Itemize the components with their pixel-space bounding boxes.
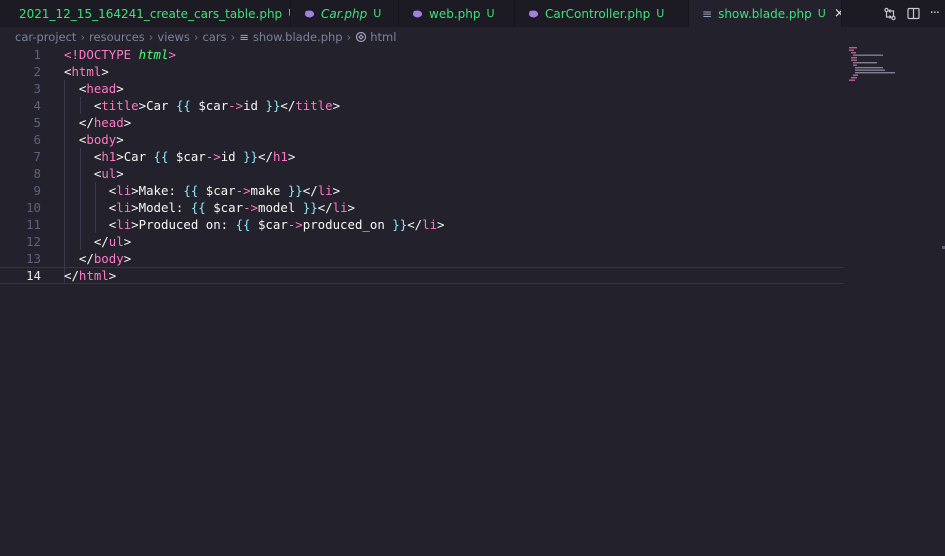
code-text: <title>Car {{ $car->id }}</title>	[93, 98, 341, 113]
code-line: 4 <title>Car {{ $car->id }}</title>	[0, 97, 843, 114]
tab-label: Car.php	[321, 6, 368, 21]
symbol-icon	[356, 31, 367, 43]
tab-status-badge: U	[817, 7, 826, 20]
breadcrumb-item[interactable]: resources	[89, 30, 145, 44]
line-number: 3	[33, 81, 41, 96]
breadcrumb-item[interactable]: views	[157, 30, 189, 44]
code-text: </ul>	[93, 234, 132, 249]
breadcrumb-file[interactable]: show.blade.php	[253, 30, 343, 44]
chevron-right-icon: ›	[148, 30, 154, 44]
line-number: 9	[33, 183, 41, 198]
tab-label: show.blade.php	[718, 6, 812, 21]
code-line: 9 <li>Make: {{ $car->make }}</li>	[0, 182, 843, 199]
code-line: 10 <li>Model: {{ $car->model }}</li>	[0, 199, 843, 216]
breadcrumb: car-project › resources › views › cars ›…	[15, 28, 396, 46]
line-number: 5	[33, 115, 41, 130]
tab-label: 2021_12_15_164241_create_cars_table.php	[19, 6, 283, 21]
more-actions-icon[interactable]: ···	[930, 6, 940, 21]
file-lines-icon: ≡	[239, 30, 249, 44]
tab-show-blade-php[interactable]: ≡ show.blade.php U ×	[689, 0, 842, 27]
code-text: <html>	[64, 64, 109, 79]
editor-tab-bar: 2021_12_15_164241_create_cars_table.php …	[0, 0, 945, 27]
code-editor[interactable]: 1 <!DOCTYPE html> 2 <html> 3 <head> 4 <t…	[0, 46, 843, 556]
line-number: 13	[26, 251, 41, 266]
tab-label: web.php	[429, 6, 481, 21]
code-text: <li>Produced on: {{ $car->produced_on }}…	[108, 217, 445, 232]
code-text: <body>	[78, 132, 124, 147]
php-elephant-icon	[304, 10, 315, 18]
chevron-right-icon: ›	[230, 30, 236, 44]
code-line: 2 <html>	[0, 63, 843, 80]
code-line-current: 14 </html>	[0, 267, 843, 284]
code-line: 8 <ul>	[0, 165, 843, 182]
line-number: 1	[33, 47, 41, 62]
code-line: 11 <li>Produced on: {{ $car->produced_on…	[0, 216, 843, 233]
code-text: <li>Make: {{ $car->make }}</li>	[108, 183, 341, 198]
line-number: 7	[33, 149, 41, 164]
code-text: </body>	[78, 251, 132, 266]
chevron-right-icon: ›	[346, 30, 352, 44]
tab-actions: ···	[875, 0, 945, 27]
php-elephant-icon	[528, 10, 539, 18]
tab-create-cars-table[interactable]: 2021_12_15_164241_create_cars_table.php …	[0, 0, 291, 27]
code-line: 6 <body>	[0, 131, 843, 148]
code-text: <h1>Car {{ $car->id }}</h1>	[93, 149, 296, 164]
code-line: 1 <!DOCTYPE html>	[0, 46, 843, 63]
php-elephant-icon	[412, 10, 423, 18]
line-number: 10	[26, 200, 41, 215]
tab-label: CarController.php	[545, 6, 651, 21]
vertical-scrollbar[interactable]	[931, 46, 945, 556]
code-text: <li>Model: {{ $car->model }}</li>	[108, 200, 355, 215]
split-editor-icon[interactable]	[906, 7, 920, 20]
line-number: 12	[26, 234, 41, 249]
line-number: 14	[26, 268, 41, 283]
code-line: 3 <head>	[0, 80, 843, 97]
tab-status-badge: U	[373, 7, 382, 20]
code-text: <!DOCTYPE html>	[64, 47, 176, 62]
file-lines-icon: ≡	[702, 6, 713, 21]
code-text: <head>	[78, 81, 124, 96]
line-number: 2	[33, 64, 41, 79]
line-number: 6	[33, 132, 41, 147]
code-text: </head>	[78, 115, 132, 130]
line-number: 11	[26, 217, 41, 232]
code-line: 5 </head>	[0, 114, 843, 131]
chevron-right-icon: ›	[80, 30, 86, 44]
code-line: 12 </ul>	[0, 233, 843, 250]
minimap[interactable]	[848, 46, 908, 86]
code-text: </html>	[64, 268, 117, 283]
close-icon[interactable]: ×	[834, 6, 841, 21]
breadcrumb-item[interactable]: cars	[202, 30, 226, 44]
code-line: 13 </body>	[0, 250, 843, 267]
tab-carcontroller-php[interactable]: CarController.php U	[515, 0, 689, 27]
code-line: 7 <h1>Car {{ $car->id }}</h1>	[0, 148, 843, 165]
tab-web-php[interactable]: web.php U	[399, 0, 515, 27]
git-compare-icon[interactable]	[883, 7, 897, 21]
breadcrumb-symbol[interactable]: html	[370, 30, 396, 44]
tab-status-badge: U	[486, 7, 495, 20]
line-number: 4	[33, 98, 41, 113]
breadcrumb-item[interactable]: car-project	[15, 30, 76, 44]
line-number: 8	[33, 166, 41, 181]
tab-status-badge: U	[656, 7, 665, 20]
chevron-right-icon: ›	[193, 30, 199, 44]
code-text: <ul>	[93, 166, 124, 181]
tab-car-php[interactable]: Car.php U	[291, 0, 399, 27]
